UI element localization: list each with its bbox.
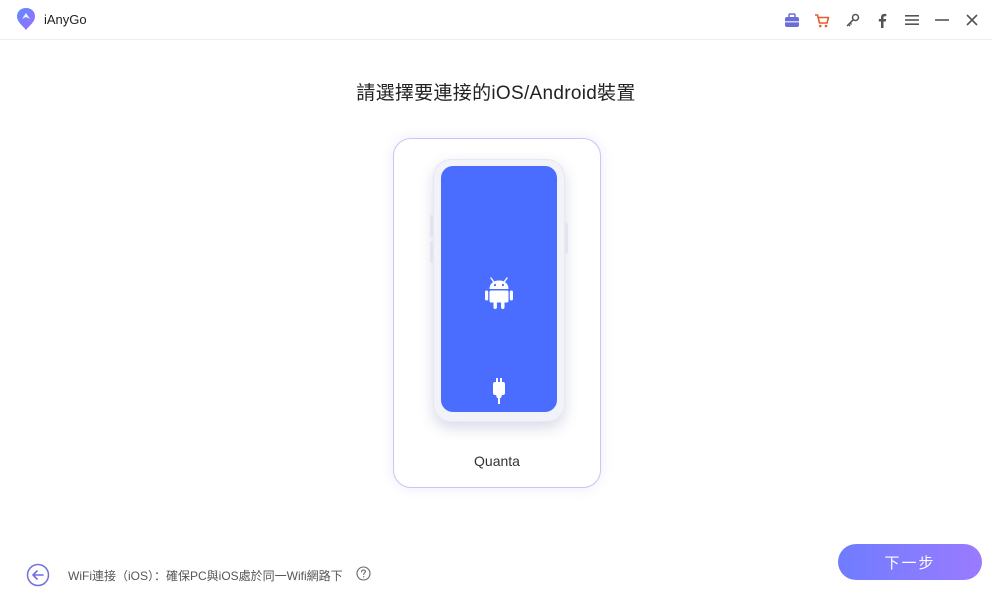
phone-power-button [565, 223, 568, 253]
toolbox-icon[interactable] [777, 0, 807, 40]
app-logo-icon [15, 7, 37, 31]
back-button[interactable] [26, 563, 50, 587]
page-title: 請選擇要連接的iOS/Android裝置 [356, 83, 636, 104]
wifi-connection-hint: WiFi連接（iOS）：確保PC與iOS處於同一Wifi網路下 [68, 569, 343, 583]
phone-volume-button [430, 241, 433, 263]
app-title: iAnyGo [44, 12, 87, 27]
device-name: Quanta [474, 453, 520, 469]
cart-icon[interactable] [807, 0, 837, 40]
arrow-left-circle-icon [26, 563, 50, 587]
phone-screen [441, 166, 557, 412]
phone-volume-button [430, 215, 433, 237]
usb-cable-icon [492, 378, 506, 409]
question-circle-icon[interactable] [356, 566, 371, 586]
minimize-icon[interactable] [927, 0, 957, 40]
menu-icon[interactable] [897, 0, 927, 40]
device-card-quanta[interactable]: Quanta [393, 138, 601, 488]
title-bar: iAnyGo [0, 0, 992, 40]
facebook-icon[interactable] [867, 0, 897, 40]
next-button[interactable]: 下一步 [838, 544, 982, 580]
close-icon[interactable] [957, 0, 987, 40]
android-icon [485, 274, 513, 315]
key-icon[interactable] [837, 0, 867, 40]
phone-illustration [430, 159, 568, 422]
